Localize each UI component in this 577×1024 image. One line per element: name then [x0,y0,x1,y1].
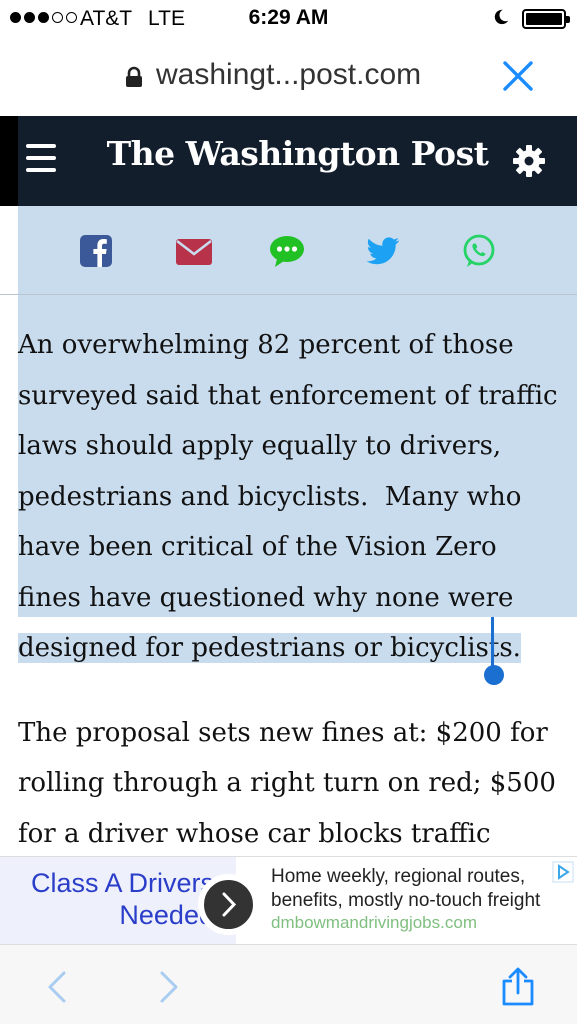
email-icon[interactable] [174,233,214,269]
back-chevron-icon[interactable] [40,967,76,1007]
chevron-right-icon [222,892,237,917]
article-line: have been critical of the Vision Zero [18,532,497,562]
article-line: designed for pedestrians or bicyclists. [18,623,563,674]
forward-chevron-icon[interactable] [150,967,186,1007]
ad-headline[interactable]: Class A Drivers Needed [14,867,214,931]
share-bar [18,206,577,296]
ad-arrow-button[interactable] [198,874,259,935]
do-not-disturb-moon-icon [494,9,509,25]
ad-headline-line: Class A Drivers [30,868,214,898]
url-text[interactable]: washingt...post.com [156,58,421,92]
article-line: fines have questioned why none were [18,582,514,613]
selection-end-handle[interactable] [484,665,504,685]
ad-choices-icon[interactable] [552,861,574,883]
ad-headline-line: Needed [119,900,214,930]
sms-icon[interactable] [269,233,305,269]
article-line: An overwhelming 82 percent of those [18,330,514,360]
selected-paragraph[interactable]: An overwhelming 82 percent of those surv… [18,320,563,674]
close-x-icon[interactable] [500,58,536,94]
article-body: An overwhelming 82 percent of those surv… [18,320,563,910]
whatsapp-icon[interactable] [461,233,497,269]
url-bar[interactable]: washingt...post.com [0,38,577,116]
status-time: 6:29 AM [248,6,329,29]
browser-toolbar [0,944,577,1024]
selection-end-caret[interactable] [491,617,494,667]
ad-body-text[interactable]: Home weekly, regional routes, benefits, … [271,865,561,913]
gear-icon[interactable] [512,144,546,178]
advertisement[interactable]: Class A Drivers Needed Home weekly, regi… [0,856,577,945]
article-line: The proposal sets new fines at: $200 for [18,717,548,748]
article-line: pedestrians and bicyclists. Many who [18,481,522,512]
article-line: laws should apply equally to drivers, [18,431,502,461]
lock-icon [126,66,142,87]
site-header: The Washington Post [18,116,577,206]
masthead-logo[interactable]: The Washington Post [18,134,577,173]
ad-url[interactable]: dmbowmandrivingjobs.com [271,913,477,933]
twitter-icon[interactable] [365,233,401,269]
left-edge-strip [0,116,18,206]
article-line: surveyed said that enforcement of traffi… [18,380,558,411]
battery-icon [522,9,570,29]
facebook-icon[interactable] [78,233,114,269]
article-line-text: designed for pedestrians or bicyclists. [18,633,521,663]
article-line: rolling through a right turn on red; $50… [18,768,556,798]
share-icon[interactable] [500,967,536,1007]
status-bar: AT&T LTE 6:29 AM [0,0,577,38]
